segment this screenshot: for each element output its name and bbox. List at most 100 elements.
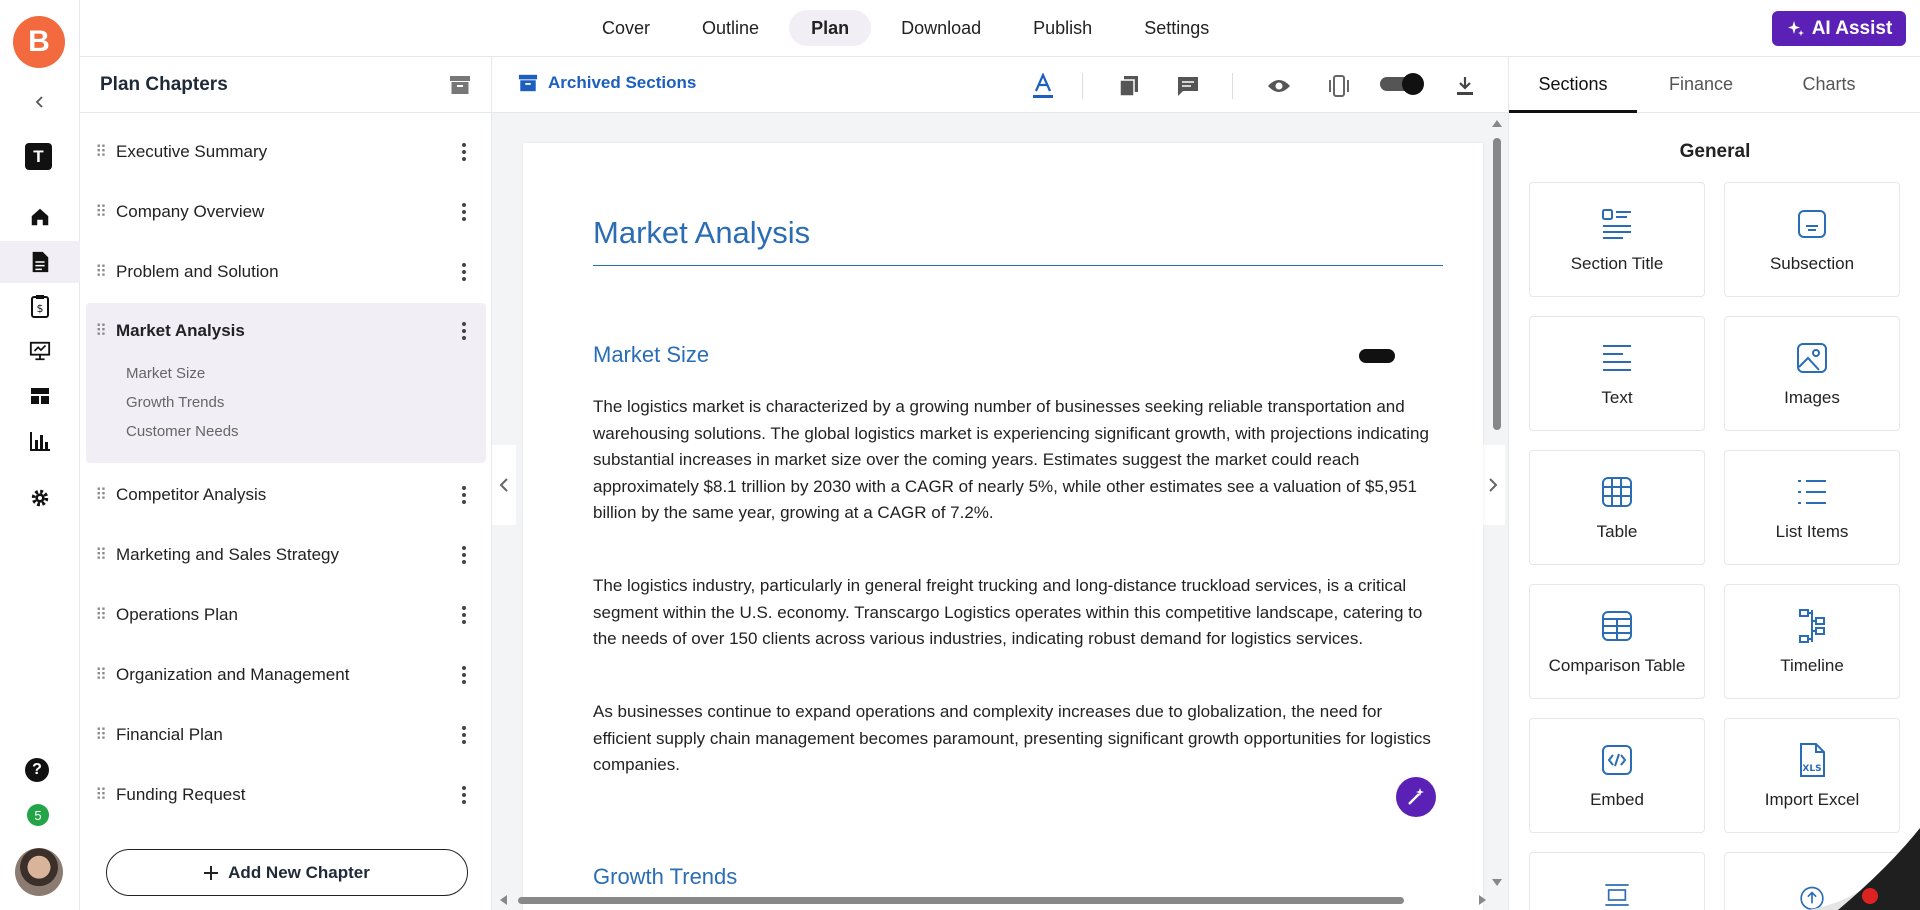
- chapter-item-market-analysis[interactable]: ⠿ Market Analysis: [86, 303, 486, 359]
- tile-section-title[interactable]: Section Title: [1529, 182, 1705, 297]
- paragraph[interactable]: As businesses continue to expand operati…: [593, 699, 1443, 779]
- drag-handle-icon[interactable]: ⠿: [86, 725, 116, 745]
- nav-plan[interactable]: [0, 241, 80, 283]
- chapter-item[interactable]: ⠿ Problem and Solution: [86, 247, 486, 297]
- drag-handle-icon[interactable]: ⠿: [86, 485, 116, 505]
- app-logo[interactable]: B: [13, 16, 65, 68]
- tile-embed[interactable]: Embed: [1529, 718, 1705, 833]
- drag-handle-icon[interactable]: ⠿: [86, 665, 116, 685]
- more-vertical-icon[interactable]: [442, 263, 486, 281]
- more-vertical-icon[interactable]: [442, 143, 486, 161]
- finance-clipboard-icon: $: [31, 295, 49, 318]
- tab-charts[interactable]: Charts: [1765, 57, 1893, 112]
- svg-text:$: $: [37, 302, 44, 315]
- device-view-button[interactable]: [1326, 73, 1352, 99]
- drag-handle-icon[interactable]: ⠿: [86, 785, 116, 805]
- nav-dashboard[interactable]: [0, 375, 80, 417]
- drag-handle-icon[interactable]: ⠿: [86, 321, 116, 341]
- tile-table[interactable]: Table: [1529, 450, 1705, 565]
- tab-sections[interactable]: Sections: [1509, 57, 1637, 113]
- horizontal-scroll-thumb[interactable]: [518, 897, 1404, 904]
- text-color-button[interactable]: [1030, 73, 1056, 99]
- home-icon: [31, 208, 49, 226]
- section-title-growth-trends[interactable]: Growth Trends: [593, 864, 737, 890]
- archived-sections-link[interactable]: Archived Sections: [518, 73, 696, 93]
- add-chapter-button[interactable]: Add New Chapter: [106, 849, 468, 896]
- drag-handle-icon[interactable]: ⠿: [86, 545, 116, 565]
- subsection-item[interactable]: Customer Needs: [86, 417, 486, 446]
- tile-import-excel[interactable]: XLS Import Excel: [1724, 718, 1900, 833]
- subsection-item[interactable]: Growth Trends: [86, 388, 486, 417]
- preview-button[interactable]: [1266, 73, 1292, 99]
- excel-file-icon: XLS: [1800, 742, 1825, 777]
- copy-button[interactable]: [1116, 73, 1142, 99]
- heading-underline: [593, 265, 1443, 266]
- paragraph[interactable]: The logistics market is characterized by…: [593, 394, 1443, 527]
- more-vertical-icon[interactable]: [442, 726, 486, 744]
- more-vertical-icon[interactable]: [442, 203, 486, 221]
- code-embed-icon: [1602, 744, 1632, 775]
- tile-timeline[interactable]: Timeline: [1724, 584, 1900, 699]
- chapter-label: Marketing and Sales Strategy: [116, 545, 340, 564]
- more-vertical-icon[interactable]: [442, 666, 486, 684]
- comments-button[interactable]: [1175, 73, 1201, 99]
- tab-finance[interactable]: Finance: [1637, 57, 1765, 112]
- vertical-scrollbar[interactable]: [1491, 118, 1503, 888]
- tile-text[interactable]: Text: [1529, 316, 1705, 431]
- collapse-rail-button[interactable]: [25, 90, 55, 114]
- subsection-item[interactable]: Market Size: [86, 359, 486, 388]
- chapter-item[interactable]: ⠿ Executive Summary: [86, 127, 486, 177]
- more-vertical-icon[interactable]: [442, 606, 486, 624]
- drag-handle-icon[interactable]: ⠿: [86, 142, 116, 162]
- tile-list-items[interactable]: List Items: [1724, 450, 1900, 565]
- archive-icon[interactable]: [449, 74, 471, 96]
- collapse-left-button[interactable]: [492, 445, 516, 525]
- chapter-item-active[interactable]: ⠿ Market Analysis Market Size Growth Tre…: [86, 303, 486, 463]
- section-title-market-size[interactable]: Market Size: [593, 342, 709, 368]
- notification-badge[interactable]: 5: [27, 804, 49, 826]
- chapter-item[interactable]: ⠿ Financial Plan: [86, 710, 486, 760]
- chapter-item[interactable]: ⠿ Company Overview: [86, 187, 486, 237]
- more-vertical-icon[interactable]: [442, 786, 486, 804]
- document-page[interactable]: Market Analysis Market Size The logistic…: [523, 143, 1483, 910]
- tab-download[interactable]: Download: [879, 10, 1003, 46]
- chapter-label: Competitor Analysis: [116, 485, 267, 504]
- chapter-item[interactable]: ⠿ Competitor Analysis: [86, 470, 486, 520]
- workspace-badge[interactable]: T: [25, 143, 52, 170]
- tile-subsection[interactable]: Subsection: [1724, 182, 1900, 297]
- paragraph[interactable]: The logistics industry, particularly in …: [593, 573, 1443, 653]
- nav-charts[interactable]: [0, 420, 80, 462]
- tab-outline[interactable]: Outline: [680, 10, 781, 46]
- tab-settings[interactable]: Settings: [1122, 10, 1231, 46]
- tile-images[interactable]: Images: [1724, 316, 1900, 431]
- tile-partial[interactable]: [1529, 852, 1705, 910]
- user-avatar[interactable]: [15, 848, 63, 896]
- drag-handle-icon[interactable]: ⠿: [86, 202, 116, 222]
- help-icon[interactable]: ?: [25, 758, 49, 782]
- nav-pitch[interactable]: [0, 330, 80, 372]
- more-vertical-icon[interactable]: [442, 486, 486, 504]
- nav-finance[interactable]: $: [0, 285, 80, 327]
- tab-plan[interactable]: Plan: [789, 10, 872, 46]
- drag-handle-icon[interactable]: ⠿: [86, 605, 116, 625]
- horizontal-scrollbar[interactable]: [498, 894, 1488, 906]
- ai-assist-button[interactable]: AI Assist: [1772, 11, 1906, 46]
- document-heading[interactable]: Market Analysis: [593, 215, 810, 251]
- more-vertical-icon[interactable]: [442, 546, 486, 564]
- chapter-item[interactable]: ⠿ Operations Plan: [86, 590, 486, 640]
- chapter-item[interactable]: ⠿ Funding Request: [86, 770, 486, 820]
- chapter-item[interactable]: ⠿ Marketing and Sales Strategy: [86, 530, 486, 580]
- toolbar-toggle[interactable]: [1380, 73, 1424, 95]
- ai-rewrite-button[interactable]: [1396, 777, 1436, 817]
- chapters-header: Plan Chapters: [80, 57, 491, 113]
- drag-handle-icon[interactable]: ⠿: [86, 262, 116, 282]
- tile-comparison-table[interactable]: Comparison Table: [1529, 584, 1705, 699]
- download-button[interactable]: [1452, 73, 1478, 99]
- more-vertical-icon[interactable]: [442, 322, 486, 340]
- tab-cover[interactable]: Cover: [580, 10, 672, 46]
- chapter-item[interactable]: ⠿ Organization and Management: [86, 650, 486, 700]
- nav-settings[interactable]: [0, 477, 80, 519]
- tab-publish[interactable]: Publish: [1011, 10, 1114, 46]
- nav-home[interactable]: [0, 196, 80, 238]
- vertical-scroll-thumb[interactable]: [1493, 138, 1501, 430]
